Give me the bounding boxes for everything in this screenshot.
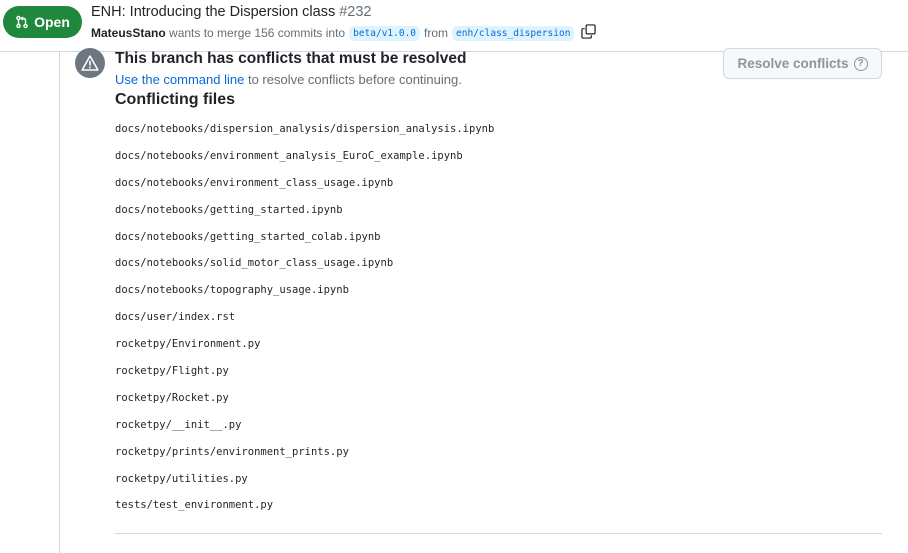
conflict-file-item: rocketpy/utilities.py	[115, 472, 248, 485]
conflict-file-item: docs/notebooks/dispersion_analysis/dispe…	[115, 123, 495, 135]
copy-icon[interactable]	[581, 24, 597, 42]
merge-text: wants to merge 156 commits into	[169, 26, 346, 40]
conflict-file-item: docs/notebooks/getting_started_colab.ipy…	[115, 230, 381, 243]
pr-number: #232	[339, 4, 372, 20]
pr-meta: MateusStano wants to merge 156 commits i…	[91, 24, 597, 42]
conflict-subtitle-rest: to resolve conflicts before continuing.	[244, 72, 462, 87]
section-divider	[115, 533, 882, 534]
conflict-title: This branch has conflicts that must be r…	[115, 50, 467, 67]
conflicting-files-heading: Conflicting files	[115, 91, 235, 108]
pr-title: ENH: Introducing the Dispersion class #2…	[91, 4, 372, 20]
resolve-conflicts-label: Resolve conflicts	[737, 56, 849, 71]
git-pull-request-icon	[15, 15, 29, 29]
conflict-file-item: rocketpy/Environment.py	[115, 338, 261, 351]
from-text: from	[424, 26, 449, 40]
state-label: Open	[34, 14, 70, 30]
question-icon: ?	[853, 56, 868, 71]
conflict-file-item: docs/notebooks/environment_class_usage.i…	[115, 176, 394, 189]
conflict-file-item: rocketpy/Rocket.py	[115, 391, 229, 404]
conflict-file-item: docs/notebooks/environment_analysis_Euro…	[115, 149, 463, 162]
conflict-file-item: rocketpy/prints/environment_prints.py	[115, 445, 349, 458]
author-link[interactable]: MateusStano	[91, 26, 166, 40]
conflict-file-item: docs/notebooks/solid_motor_class_usage.i…	[115, 257, 394, 270]
conflict-subtitle: Use the command line to resolve conflict…	[115, 72, 462, 87]
state-open-badge: Open	[3, 6, 82, 38]
base-branch[interactable]: beta/v1.0.0	[349, 25, 421, 41]
conflict-file-item: docs/notebooks/topography_usage.ipynb	[115, 284, 349, 297]
pr-title-text: ENH: Introducing the Dispersion class	[91, 4, 336, 20]
head-branch[interactable]: enh/class_dispersion	[452, 25, 575, 41]
conflict-file-item: docs/notebooks/getting_started.ipynb	[115, 203, 343, 216]
resolve-conflicts-button[interactable]: Resolve conflicts ?	[723, 48, 882, 79]
conflict-file-item: docs/user/index.rst	[115, 311, 236, 324]
pr-header: Open ENH: Introducing the Dispersion cla…	[0, 0, 908, 52]
conflict-file-item: rocketpy/Flight.py	[115, 365, 229, 378]
timeline-line	[59, 52, 60, 553]
conflict-file-item: tests/test_environment.py	[115, 499, 274, 512]
conflict-file-item: rocketpy/__init__.py	[115, 418, 242, 431]
alert-icon	[75, 48, 105, 78]
command-line-link[interactable]: Use the command line	[115, 72, 244, 87]
conflicting-files-list: docs/notebooks/dispersion_analysis/dispe…	[115, 119, 494, 522]
